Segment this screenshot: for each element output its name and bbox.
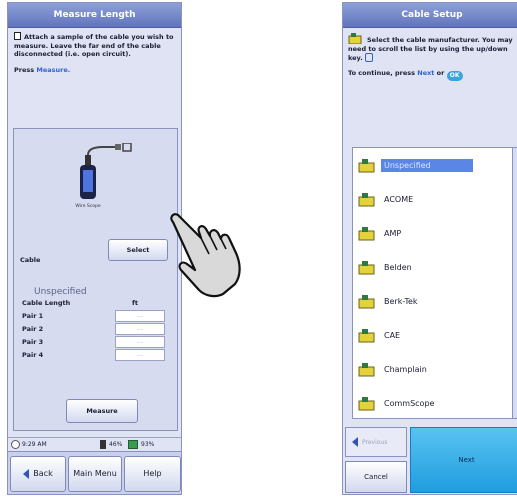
scope-caption: Wire Scope [75,203,100,209]
pair-value: --- [115,336,165,348]
length-unit: ft [132,299,138,307]
list-item-label: AMP [384,228,402,238]
instruction-body: Select the cable manufacturer. You may n… [348,36,513,62]
instruction-body: Attach a sample of the cable you wish to… [14,33,174,58]
folder-bag-icon [358,328,375,342]
measurement-panel: Wire Scope Cable Select Unspecified Cabl… [13,128,178,431]
folder-bag-icon [358,294,375,308]
folder-bag-icon [358,192,375,206]
list-item-label: Champlain [384,364,427,374]
folder-bag-icon [358,396,375,410]
previous-button[interactable]: Previous [345,427,407,457]
screen-title: Measure Length [8,3,181,28]
pair-row: Pair 1 --- [22,310,172,322]
press-or: or [436,68,445,77]
back-label: Back [33,469,53,478]
pair-row: Pair 2 --- [22,323,172,335]
folder-bag-icon [358,260,375,274]
pair-label: Pair 2 [22,325,44,333]
pair-row: Pair 4 --- [22,349,172,361]
list-item-label: Unspecified [381,158,473,172]
document-icon [14,32,21,40]
status-bar: 9:29 AM 46% 93% [8,437,181,450]
list-item-label: CAE [384,330,401,340]
pair-label: Pair 4 [22,351,44,359]
status-time: 9:29 AM [22,441,47,448]
wirescope-device-icon: Wire Scope [75,143,132,209]
help-button[interactable]: Help [124,456,181,492]
main-menu-button[interactable]: Main Menu [68,456,122,492]
list-item[interactable]: CAE [353,318,517,352]
previous-label: Previous [362,438,388,446]
ok-icon: OK [446,70,463,81]
cancel-button[interactable]: Cancel [345,461,407,493]
back-button[interactable]: Back [10,456,66,492]
press-prefix: Press [14,65,35,74]
list-item[interactable]: CommScope [353,386,517,418]
press-prefix: To continue, press [348,68,415,77]
folder-bag-icon [358,158,375,172]
folder-bag-icon [348,33,362,44]
battery-percent-2: 93% [141,441,155,448]
bottom-nav: Back Main Menu Help [8,451,181,494]
pair-value: --- [115,323,165,335]
pair-value: --- [115,349,165,361]
measure-length-screen: Measure Length Attach a sample of the ca… [7,2,182,495]
folder-bag-icon [358,362,375,376]
scroll-arrow-icon [364,53,373,62]
pair-label: Pair 1 [22,312,44,320]
select-button[interactable]: Select [108,239,168,261]
list-item[interactable]: Champlain [353,352,517,386]
list-item[interactable]: Unspecified [353,148,517,182]
press-next-link[interactable]: Next [417,69,434,77]
list-item-label: Berk-Tek [384,296,418,306]
clock-icon [11,440,20,449]
screen-title: Cable Setup [343,3,517,28]
instruction-text: Select the cable manufacturer. You may n… [343,28,517,63]
cable-type-value: Unspecified [34,287,87,297]
battery-icon [100,440,106,449]
battery-percent: 46% [109,441,123,448]
press-hint: Press Measure. [8,66,181,74]
continue-hint: To continue, press Next or OK [343,69,517,81]
manufacturer-list[interactable]: Unspecified ACOME AMP Belden Berk-Tek CA… [352,147,517,419]
cable-setup-screen: Cable Setup Select the cable manufacture… [342,2,517,495]
list-item-label: ACOME [384,194,414,204]
list-item[interactable]: ACOME [353,182,517,216]
list-item-label: Belden [384,262,412,272]
back-arrow-icon [23,469,30,479]
pair-row: Pair 3 --- [22,336,172,348]
list-item[interactable]: Belden [353,250,517,284]
list-item-label: CommScope [384,398,435,408]
list-scrollbar[interactable] [512,148,517,418]
battery-icon [128,440,138,449]
pair-value: --- [115,310,165,322]
cable-length-label: Cable Length [22,299,71,307]
previous-arrow-icon [352,437,358,447]
next-button[interactable]: Next [410,427,517,493]
pointing-hand-icon [170,213,241,298]
press-measure-link[interactable]: Measure. [36,66,70,74]
list-item[interactable]: Berk-Tek [353,284,517,318]
pair-label: Pair 3 [22,338,44,346]
cable-label: Cable [20,256,41,264]
bottom-nav: Previous Cancel Next [343,423,517,494]
measure-button[interactable]: Measure [66,399,138,423]
instruction-text: Attach a sample of the cable you wish to… [8,28,181,59]
list-item[interactable]: AMP [353,216,517,250]
folder-bag-icon [358,226,375,240]
